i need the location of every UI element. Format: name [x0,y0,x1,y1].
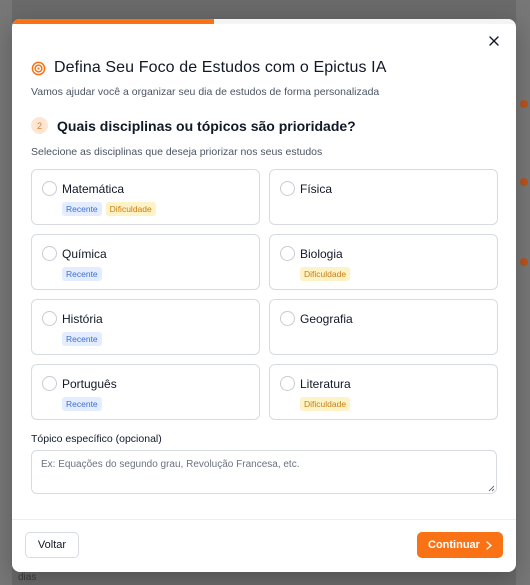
subject-label: Química [62,247,107,261]
subject-tags: Recente [62,397,102,411]
tag-recent: Recente [62,332,102,346]
subject-card-geografia[interactable]: Geografia [269,299,498,355]
step-title: Quais disciplinas ou tópicos são priorid… [57,117,356,134]
subject-radio[interactable] [42,181,57,196]
subject-card-biologia[interactable]: Biologia Dificuldade [269,234,498,290]
subject-tags: Dificuldade [300,397,351,411]
step-heading: 2 Quais disciplinas ou tópicos são prior… [31,117,356,134]
subject-tags: Dificuldade [300,267,351,281]
subject-label: Física [300,182,333,196]
progress-bar [12,19,516,24]
subject-label: Português [62,377,117,391]
background-left-panel [0,0,12,585]
subject-radio[interactable] [42,376,57,391]
subject-tags: Recente [62,332,102,346]
study-focus-modal: Defina Seu Foco de Estudos com o Epictus… [12,19,516,572]
modal-title: Defina Seu Foco de Estudos com o Epictus… [54,59,387,76]
subject-card-portugues[interactable]: Português Recente [31,364,260,420]
topic-input[interactable] [31,450,497,494]
step-help-text: Selecione as disciplinas que deseja prio… [31,146,323,158]
topic-field-label: Tópico específico (opcional) [31,433,162,445]
subject-radio[interactable] [280,181,295,196]
subject-radio[interactable] [280,246,295,261]
subject-radio[interactable] [42,311,57,326]
background-right-panel [516,0,530,585]
subject-card-historia[interactable]: História Recente [31,299,260,355]
background-dot [520,258,528,266]
subject-card-fisica[interactable]: Física [269,169,498,225]
modal-subtitle: Vamos ajudar você a organizar seu dia de… [31,86,380,98]
tag-recent: Recente [62,202,102,216]
subject-label: Geografia [300,312,353,326]
subject-card-literatura[interactable]: Literatura Dificuldade [269,364,498,420]
close-button[interactable] [484,31,504,51]
subject-card-quimica[interactable]: Química Recente [31,234,260,290]
subject-radio[interactable] [280,376,295,391]
tag-recent: Recente [62,267,102,281]
background-dot [520,100,528,108]
background-dot [520,178,528,186]
back-button[interactable]: Voltar [25,532,79,558]
subject-label: Biologia [300,247,343,261]
step-number-badge: 2 [31,117,48,134]
modal-header: Defina Seu Foco de Estudos com o Epictus… [31,59,496,98]
footer-divider [12,519,516,520]
tag-recent: Recente [62,397,102,411]
tag-difficulty: Dificuldade [300,397,351,411]
subject-radio[interactable] [42,246,57,261]
background-text: dias [18,572,37,583]
subject-tags: Recente [62,267,102,281]
continue-button[interactable]: Continuar [417,532,503,558]
subject-radio[interactable] [280,311,295,326]
subject-tags: Recente Dificuldade [62,202,156,216]
tag-difficulty: Dificuldade [105,202,156,216]
subject-label: Matemática [62,182,125,196]
subject-card-matematica[interactable]: Matemática Recente Dificuldade [31,169,260,225]
resize-handle-icon[interactable] [487,484,495,492]
subject-label: História [62,312,103,326]
tag-difficulty: Dificuldade [300,267,351,281]
continue-button-label: Continuar [428,539,480,551]
progress-bar-fill [12,19,214,24]
target-icon [31,61,46,76]
subject-label: Literatura [300,377,351,391]
close-icon [489,36,499,46]
chevron-right-icon [486,540,492,550]
